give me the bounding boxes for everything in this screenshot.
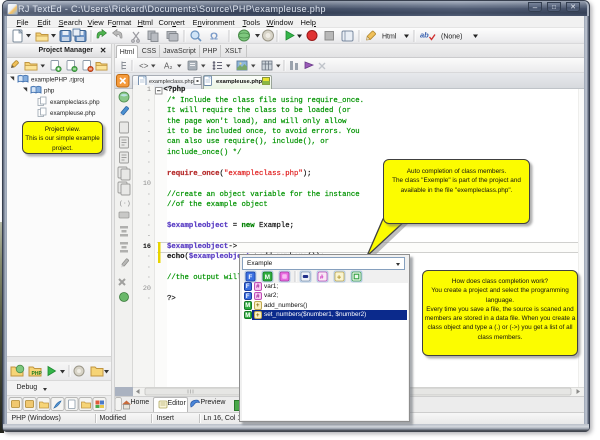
svg-text:F: F (248, 274, 252, 281)
svg-text:Html: Html (382, 33, 397, 40)
svg-text:exampleuse.php: exampleuse.php (50, 110, 96, 117)
svg-text:(None): (None) (441, 33, 462, 40)
svg-text:(·): (·) (119, 200, 131, 207)
svg-text:exampleuse.php: exampleuse.php (216, 79, 263, 85)
svg-text:+: + (337, 272, 342, 281)
svg-text:examplePHP .rjproj: examplePHP .rjproj (31, 77, 84, 84)
svg-text:PHP: PHP (31, 371, 42, 377)
svg-text:<>: <> (139, 63, 149, 72)
svg-text:#: # (320, 274, 324, 281)
svg-text:php: php (44, 88, 55, 95)
svg-text:exampleclass.php: exampleclass.php (149, 79, 194, 85)
svg-text:M: M (265, 274, 270, 281)
svg-text:A₂: A₂ (164, 62, 172, 71)
svg-text:ab: ab (420, 30, 429, 39)
svg-text:Ω: Ω (210, 31, 218, 42)
svg-text:exampleclass.php: exampleclass.php (50, 99, 100, 106)
